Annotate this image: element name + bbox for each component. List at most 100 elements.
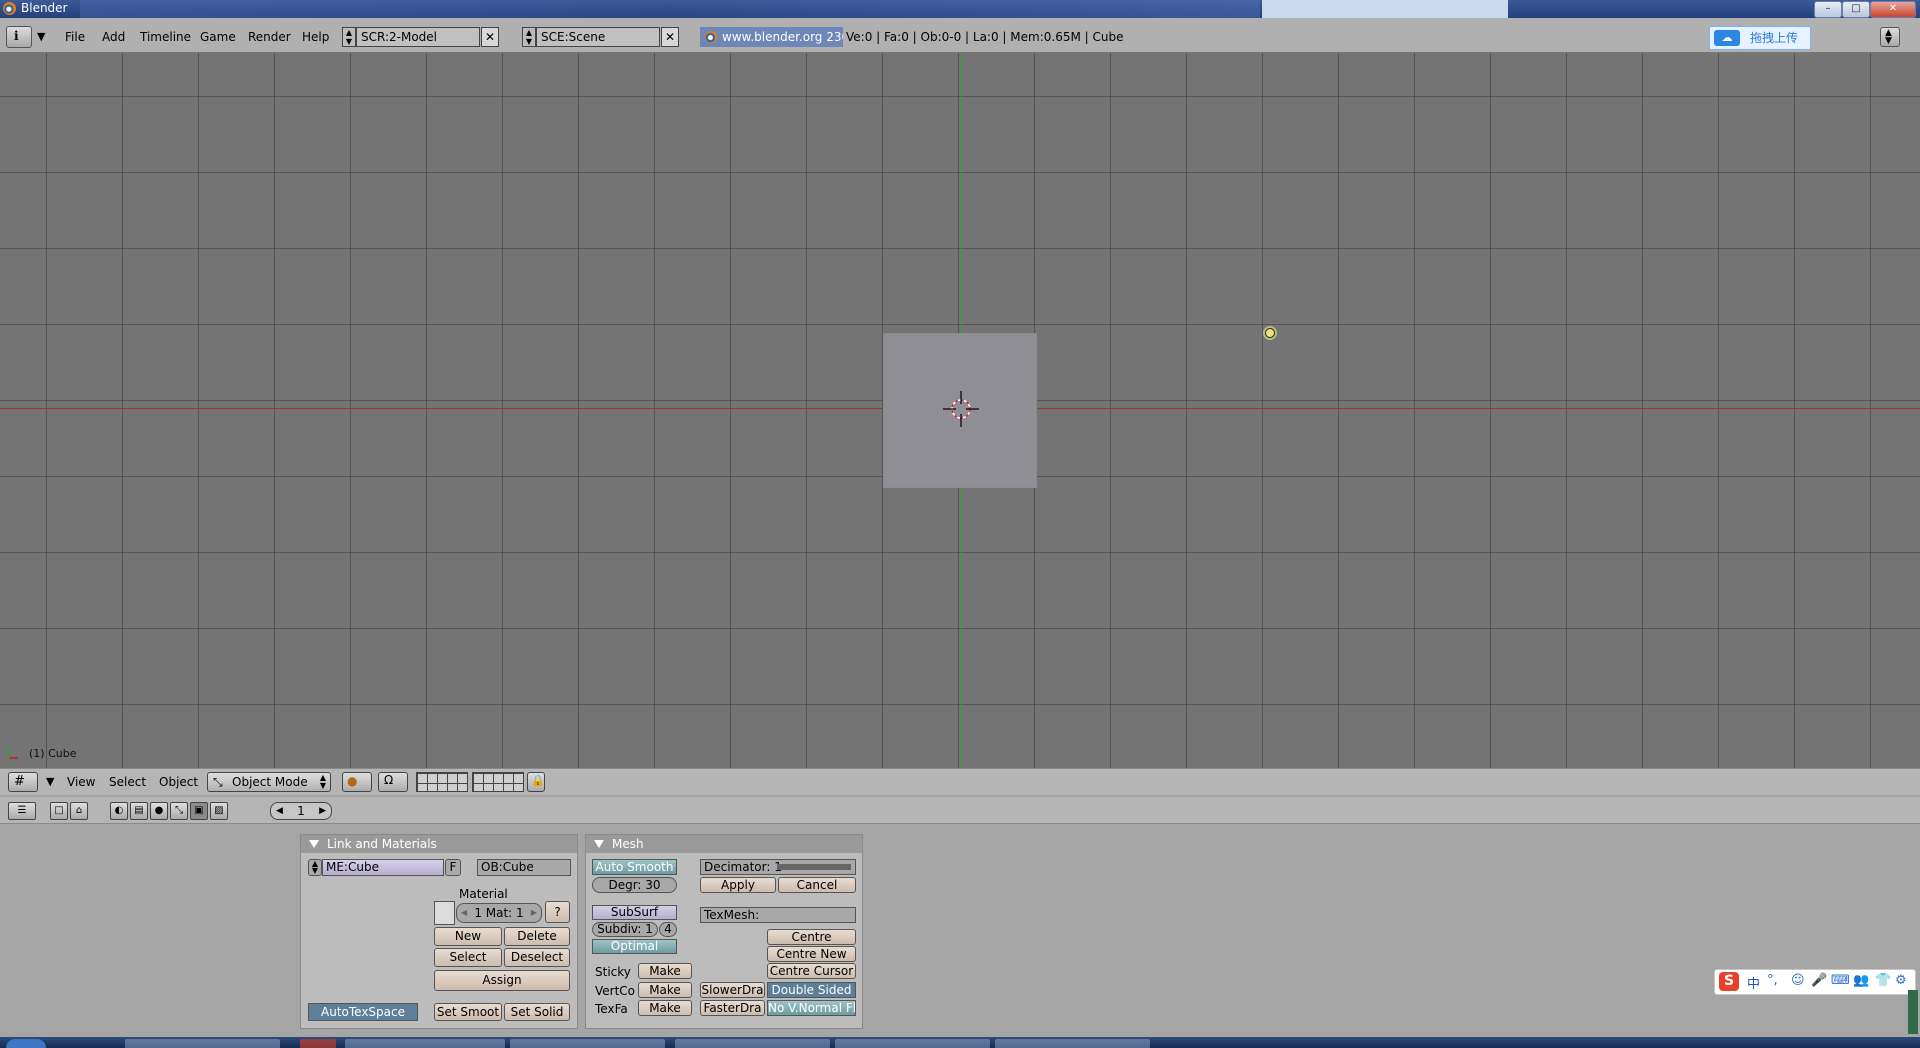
screen-browse-button[interactable]: ▲ ▼: [342, 27, 356, 47]
material-help-button[interactable]: ?: [545, 901, 570, 923]
texmesh-field[interactable]: TexMesh:: [700, 907, 856, 923]
ime-toolbar[interactable]: S 中 °, ☺ 🎤 ⌨ 👥 👕 ⚙: [1714, 969, 1916, 995]
screen-field[interactable]: SCR:2-Model: [356, 27, 480, 47]
scene-field[interactable]: SCE:Scene: [536, 27, 660, 47]
view-home-button[interactable]: □: [50, 802, 68, 820]
script-context-button[interactable]: ▤: [130, 802, 148, 820]
centre-cursor-button[interactable]: Centre Cursor: [767, 963, 856, 979]
window-titlebar: Blender – □ ✕: [0, 0, 1920, 18]
centre-button[interactable]: Centre: [767, 929, 856, 945]
object-name-field[interactable]: OB:Cube: [477, 859, 571, 876]
menu-object[interactable]: Object: [159, 775, 198, 789]
optimal-toggle[interactable]: Optimal: [592, 939, 677, 954]
decimator-slider[interactable]: Decimator: 1: [700, 859, 856, 875]
square-icon: □: [54, 805, 64, 816]
punctuation-indicator[interactable]: °,: [1767, 973, 1778, 988]
vertcol-make-button[interactable]: Make: [638, 982, 692, 998]
menu-help[interactable]: Help: [302, 30, 329, 44]
taskbar-item[interactable]: [675, 1039, 830, 1048]
mesh-panel-header[interactable]: Mesh: [586, 835, 862, 853]
double-sided-toggle[interactable]: Double Sided: [767, 982, 856, 998]
3d-cursor-icon[interactable]: [943, 391, 979, 427]
settings-icon[interactable]: ⚙: [1895, 973, 1907, 988]
degree-field[interactable]: Degr: 30: [592, 877, 677, 893]
taskbar-item[interactable]: [995, 1039, 1150, 1048]
buttons-window-type[interactable]: ☰: [8, 802, 36, 820]
subdiv-render-field[interactable]: 4: [659, 922, 677, 937]
minimize-button[interactable]: –: [1814, 1, 1842, 18]
logic-context-button[interactable]: ◐: [110, 802, 128, 820]
chinese-mode-indicator[interactable]: 中: [1747, 973, 1760, 992]
maximize-button[interactable]: □: [1842, 1, 1870, 18]
lock-layers-button[interactable]: 🔒: [527, 772, 545, 792]
window-type-button[interactable]: i: [6, 26, 32, 48]
cancel-button[interactable]: Cancel: [778, 877, 856, 893]
scene-context-button[interactable]: ▨: [210, 802, 228, 820]
menu-view[interactable]: View: [67, 775, 95, 789]
faster-draw-button[interactable]: FasterDra: [700, 1000, 765, 1016]
taskbar-item[interactable]: [510, 1039, 665, 1048]
blender-version-link[interactable]: www.blender.org 230: [700, 27, 843, 47]
users-icon[interactable]: 👥: [1853, 973, 1869, 988]
sticky-make-button[interactable]: Make: [638, 963, 692, 979]
frame-counter[interactable]: ◀ 1 ▶: [270, 802, 332, 820]
taskbar-item[interactable]: [345, 1039, 505, 1048]
centre-new-button[interactable]: Centre New: [767, 946, 856, 962]
keyboard-icon[interactable]: ⌨: [1831, 973, 1850, 988]
subdiv-field[interactable]: Subdiv: 1: [592, 922, 658, 937]
editing-context-button[interactable]: ▣: [190, 802, 208, 820]
mode-selector[interactable]: ⤡ Object Mode ▲ ▼: [207, 772, 331, 792]
collapse-menu-icon[interactable]: ▼: [46, 775, 54, 788]
menu-select[interactable]: Select: [109, 775, 146, 789]
deselect-material-button[interactable]: Deselect: [504, 948, 570, 967]
auto-tex-space-toggle[interactable]: AutoTexSpace: [308, 1003, 418, 1021]
object-context-button[interactable]: ⤡: [170, 802, 188, 820]
home-button[interactable]: ⌂: [70, 802, 88, 820]
taskbar-item[interactable]: [125, 1039, 280, 1048]
set-solid-button[interactable]: Set Solid: [504, 1003, 570, 1021]
collapse-menu-icon[interactable]: ▼: [37, 30, 45, 43]
link-materials-panel-header[interactable]: Link and Materials: [301, 835, 577, 853]
start-button[interactable]: [6, 1039, 46, 1048]
delete-material-button[interactable]: Delete: [504, 927, 570, 946]
taskbar-item[interactable]: [835, 1039, 990, 1048]
pivot-button[interactable]: Ω: [378, 772, 408, 792]
layer-buttons-left[interactable]: [416, 772, 468, 792]
mesh-browse-button[interactable]: ▲ ▼: [308, 859, 322, 876]
close-button[interactable]: ✕: [1870, 1, 1916, 18]
no-vnormal-flip-toggle[interactable]: No V.Normal Fl: [767, 1000, 856, 1016]
taskbar-item[interactable]: [300, 1039, 336, 1048]
3d-viewport[interactable]: (1) Cube: [0, 53, 1920, 768]
mesh-name-field[interactable]: ME:Cube: [322, 859, 444, 876]
menu-game[interactable]: Game: [200, 30, 236, 44]
upload-button[interactable]: ☁ 拖拽上传: [1709, 26, 1811, 50]
menu-render[interactable]: Render: [248, 30, 291, 44]
scene-delete-button[interactable]: ✕: [661, 27, 679, 47]
assign-material-button[interactable]: Assign: [434, 970, 570, 991]
material-color-swatch[interactable]: [434, 901, 455, 925]
fake-user-button[interactable]: F: [445, 859, 461, 876]
menu-file[interactable]: File: [65, 30, 85, 44]
viewport-window-type-button[interactable]: #: [8, 772, 38, 792]
subsurf-toggle[interactable]: SubSurf: [592, 905, 677, 920]
emoji-icon[interactable]: ☺: [1791, 973, 1805, 988]
skin-icon[interactable]: 👕: [1875, 973, 1891, 988]
select-material-button[interactable]: Select: [434, 948, 502, 967]
header-menu-toggle[interactable]: ▲ ▼: [1880, 27, 1900, 47]
microphone-icon[interactable]: 🎤: [1811, 973, 1827, 988]
menu-add[interactable]: Add: [102, 30, 125, 44]
material-index-field[interactable]: ◀ 1 Mat: 1 ▶: [456, 903, 542, 923]
menu-timeline[interactable]: Timeline: [140, 30, 191, 44]
scene-browse-button[interactable]: ▲ ▼: [522, 27, 536, 47]
new-material-button[interactable]: New: [434, 927, 502, 946]
layer-buttons-right[interactable]: [472, 772, 524, 792]
lamp-object[interactable]: [1265, 328, 1275, 338]
shading-context-button[interactable]: ●: [150, 802, 168, 820]
auto-smooth-toggle[interactable]: Auto Smooth: [592, 859, 677, 875]
apply-button[interactable]: Apply: [700, 877, 776, 893]
draw-type-button[interactable]: ●: [342, 772, 372, 792]
set-smooth-button[interactable]: Set Smoot: [434, 1003, 502, 1021]
texface-make-button[interactable]: Make: [638, 1000, 692, 1016]
slower-draw-button[interactable]: SlowerDra: [700, 982, 765, 998]
screen-delete-button[interactable]: ✕: [481, 27, 499, 47]
